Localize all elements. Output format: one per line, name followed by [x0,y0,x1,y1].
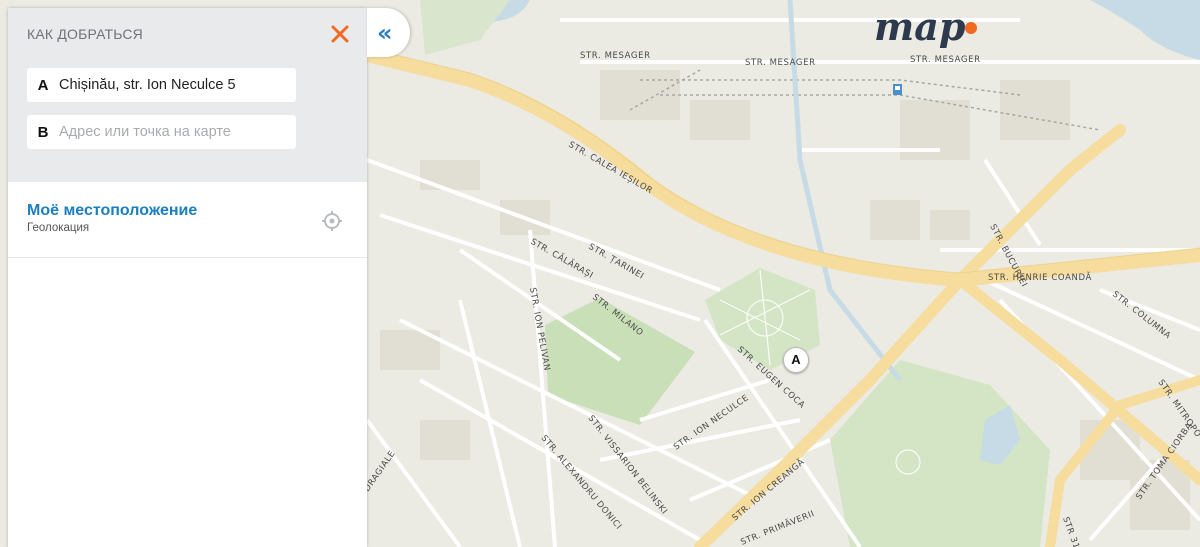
close-icon [331,25,349,43]
street-label: STR. HENRIE COANDĂ [988,271,1092,283]
street-label: STR. MESAGER [580,51,651,61]
my-location-item[interactable]: Моё местоположение Геолокация [8,182,367,258]
point-a-field[interactable]: A Chișinău, str. Ion Neculce 5 [27,68,296,102]
crosshair-icon[interactable] [321,210,343,232]
point-b-field[interactable]: B [27,115,296,149]
street-label: STR. MESAGER [745,58,816,68]
my-location-title: Моё местоположение [27,202,198,219]
tram-stop-icon [893,84,902,95]
my-location-subtitle: Геолокация [27,222,90,234]
directions-panel: Как добраться A Chișinău, str. Ion Necul… [8,8,367,547]
map-logo[interactable]: map [872,6,982,50]
route-marker-a[interactable]: A [783,347,809,373]
point-b-input[interactable] [59,124,279,140]
street-label: STR. MESAGER [910,55,981,65]
panel-title: Как добраться [27,26,143,42]
directions-header: Как добраться A Chișinău, str. Ion Necul… [8,8,367,182]
close-button[interactable] [329,23,351,45]
point-a-value[interactable]: Chișinău, str. Ion Neculce 5 [59,77,236,93]
logo-text: map [874,6,966,49]
point-a-letter: A [37,76,49,94]
logo-dot [965,22,977,34]
double-chevron-left-icon: « [377,19,393,47]
point-b-letter: B [37,123,49,141]
